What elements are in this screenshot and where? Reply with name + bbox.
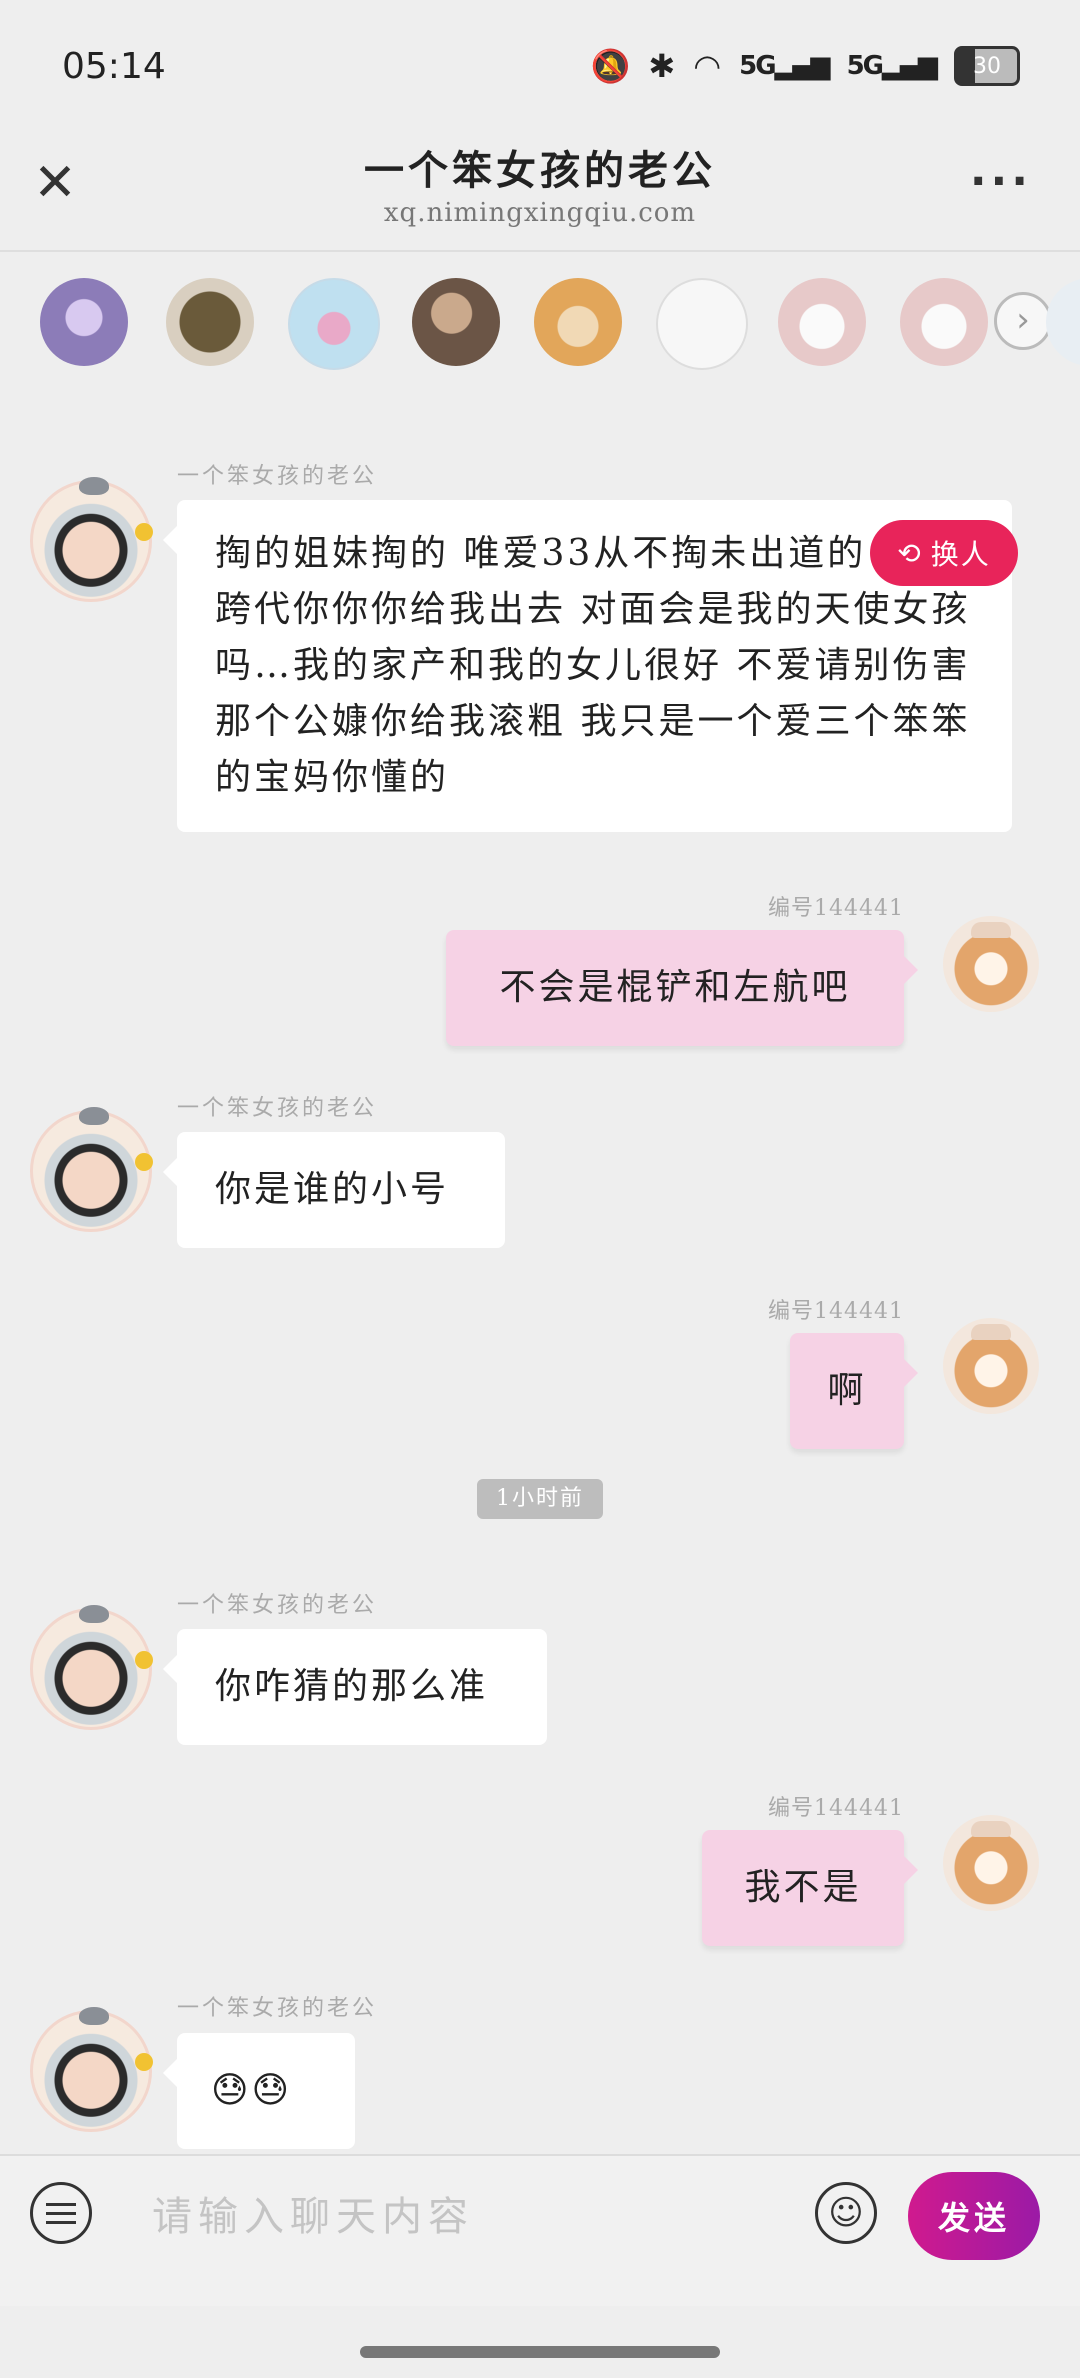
bluetooth-icon: ✱ [648, 47, 676, 85]
my-avatar[interactable] [943, 1318, 1039, 1414]
chat-input[interactable] [150, 2186, 794, 2248]
message-bubble-incoming[interactable]: 😓😓 [163, 2033, 355, 2149]
composer-bar: ☺ 发送 [0, 2154, 1080, 2306]
menu-icon[interactable] [30, 2182, 92, 2244]
sender-avatar[interactable] [30, 1107, 153, 1232]
chevron-right-icon[interactable]: › [994, 292, 1052, 350]
more-options-icon[interactable]: ··· [970, 156, 1032, 207]
participant-strip: › [0, 252, 1080, 392]
home-indicator[interactable] [360, 2346, 720, 2358]
participant-avatar-partial[interactable] [1046, 278, 1080, 366]
message-bubble-outgoing[interactable]: 我不是 [702, 1830, 918, 1946]
status-icons: 🔕 ✱ ◠ 5G▂▄▆ 5G▂▄▆ 30 [591, 46, 1020, 86]
chat-title: 一个笨女孩的老公 [364, 147, 716, 194]
participant-avatar[interactable] [656, 278, 748, 370]
swap-person-label: 换人 [930, 538, 991, 571]
participant-avatar[interactable] [412, 278, 500, 366]
site-url: xq.nimingxingqiu.com [383, 198, 697, 228]
participant-avatar[interactable] [534, 278, 622, 366]
sender-name: 一个笨女孩的老公 [177, 1593, 378, 1618]
sender-name: 一个笨女孩的老公 [177, 1996, 378, 2021]
message-bubble-outgoing[interactable]: 啊 [790, 1333, 918, 1449]
sender-name: 一个笨女孩的老公 [177, 1096, 378, 1121]
participant-avatar[interactable] [900, 278, 988, 366]
my-avatar[interactable] [943, 916, 1039, 1012]
sender-name: 一个笨女孩的老公 [177, 464, 378, 489]
sender-id: 编号144441 [768, 1299, 904, 1324]
participant-avatar[interactable] [166, 278, 254, 366]
chat-header: ✕ 一个笨女孩的老公 xq.nimingxingqiu.com ··· [0, 130, 1080, 252]
swap-icon: ⟲ [897, 536, 923, 570]
wifi-icon: ◠ [693, 47, 722, 85]
signal-icon-2: 5G▂▄▆ [846, 51, 938, 81]
swap-person-button[interactable]: ⟲ 换人 [870, 520, 1018, 586]
sender-id: 编号144441 [768, 1796, 904, 1821]
participant-avatar[interactable] [288, 278, 380, 370]
sender-avatar[interactable] [30, 2007, 153, 2132]
battery-icon: 30 [954, 46, 1020, 86]
message-bubble-incoming[interactable]: 你咋猜的那么准 [163, 1629, 547, 1745]
message-bubble-incoming[interactable]: 你是谁的小号 [163, 1132, 505, 1248]
status-time: 05:14 [62, 46, 166, 87]
participant-avatar[interactable] [778, 278, 866, 366]
my-avatar[interactable] [943, 1815, 1039, 1911]
sender-avatar[interactable] [30, 1605, 153, 1730]
sender-avatar[interactable] [30, 477, 153, 602]
participant-avatar[interactable] [40, 278, 128, 366]
time-divider: 1小时前 [477, 1479, 603, 1519]
sender-id: 编号144441 [768, 896, 904, 921]
signal-icon-1: 5G▂▄▆ [739, 51, 830, 81]
emoji-icon[interactable]: ☺ [815, 2182, 877, 2244]
send-button[interactable]: 发送 [908, 2172, 1040, 2260]
message-bubble-outgoing[interactable]: 不会是棍铲和左航吧 [446, 930, 918, 1046]
mute-icon: 🔕 [590, 47, 631, 85]
status-bar: 05:14 🔕 ✱ ◠ 5G▂▄▆ 5G▂▄▆ 30 [0, 0, 1080, 130]
